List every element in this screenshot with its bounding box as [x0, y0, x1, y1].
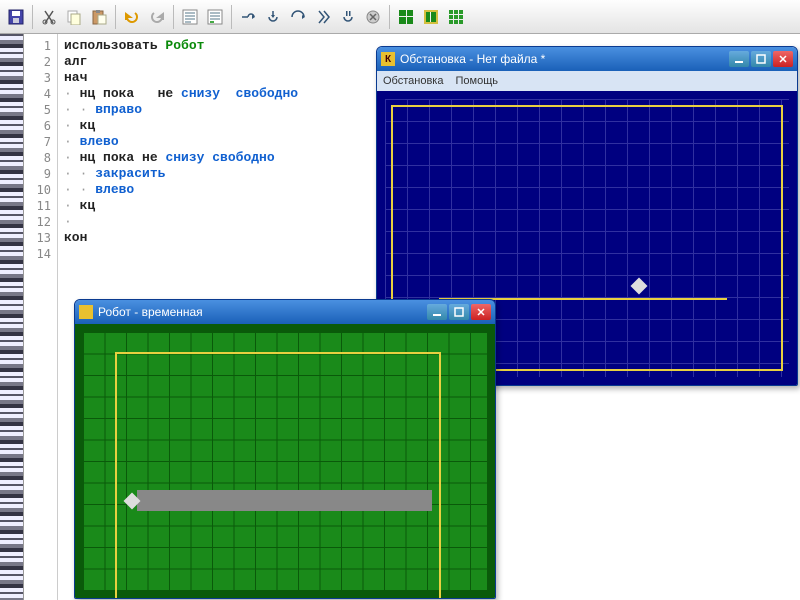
close-button[interactable] — [471, 304, 491, 320]
separator — [231, 5, 232, 29]
list-icon[interactable] — [178, 5, 202, 29]
line-number: 12 — [24, 214, 51, 230]
line-number: 7 — [24, 134, 51, 150]
run-icon[interactable] — [311, 5, 335, 29]
separator — [115, 5, 116, 29]
minimize-button[interactable] — [729, 51, 749, 67]
layout-icon[interactable] — [419, 5, 443, 29]
maximize-button[interactable] — [449, 304, 469, 320]
copy-icon[interactable] — [62, 5, 86, 29]
window-robot: Робот - временная — [74, 299, 496, 599]
line-number: 9 — [24, 166, 51, 182]
spiral-binding — [0, 34, 24, 600]
window-buttons — [729, 51, 793, 67]
line-number: 11 — [24, 198, 51, 214]
line-number: 4 — [24, 86, 51, 102]
line-number: 3 — [24, 70, 51, 86]
step-into-icon[interactable] — [261, 5, 285, 29]
app-icon — [79, 305, 93, 319]
line-number: 6 — [24, 118, 51, 134]
window-title: Робот - временная — [98, 305, 427, 319]
line-number: 13 — [24, 230, 51, 246]
line-number: 2 — [24, 54, 51, 70]
menu-help[interactable]: Помощь — [455, 75, 498, 87]
grid-icon[interactable] — [394, 5, 418, 29]
painted-cells — [137, 490, 432, 511]
menu-obstanovka[interactable]: Обстановка — [383, 75, 443, 87]
redo-icon[interactable] — [145, 5, 169, 29]
separator — [32, 5, 33, 29]
app-icon: К — [381, 52, 395, 66]
undo-icon[interactable] — [120, 5, 144, 29]
grid-dense-icon[interactable] — [444, 5, 468, 29]
separator — [173, 5, 174, 29]
paste-icon[interactable] — [87, 5, 111, 29]
continue-icon[interactable] — [286, 5, 310, 29]
menubar: Обстановка Помощь — [377, 71, 797, 91]
line-number: 8 — [24, 150, 51, 166]
maximize-button[interactable] — [751, 51, 771, 67]
window-buttons — [427, 304, 491, 320]
step-icon[interactable] — [236, 5, 260, 29]
close-button[interactable] — [773, 51, 793, 67]
window-title: Обстановка - Нет файла * — [400, 52, 729, 66]
save-icon[interactable] — [4, 5, 28, 29]
main-toolbar — [0, 0, 800, 34]
green-field[interactable] — [75, 324, 495, 598]
stop-icon[interactable] — [361, 5, 385, 29]
list2-icon[interactable] — [203, 5, 227, 29]
line-number: 10 — [24, 182, 51, 198]
separator — [389, 5, 390, 29]
titlebar[interactable]: Робот - временная — [75, 300, 495, 324]
titlebar[interactable]: К Обстановка - Нет файла * — [377, 47, 797, 71]
cut-icon[interactable] — [37, 5, 61, 29]
line-number: 5 — [24, 102, 51, 118]
pause-icon[interactable] — [336, 5, 360, 29]
minimize-button[interactable] — [427, 304, 447, 320]
field-border — [115, 352, 441, 599]
line-number-gutter: 1234567891011121314 — [24, 34, 58, 600]
line-number: 14 — [24, 246, 51, 262]
line-number: 1 — [24, 38, 51, 54]
